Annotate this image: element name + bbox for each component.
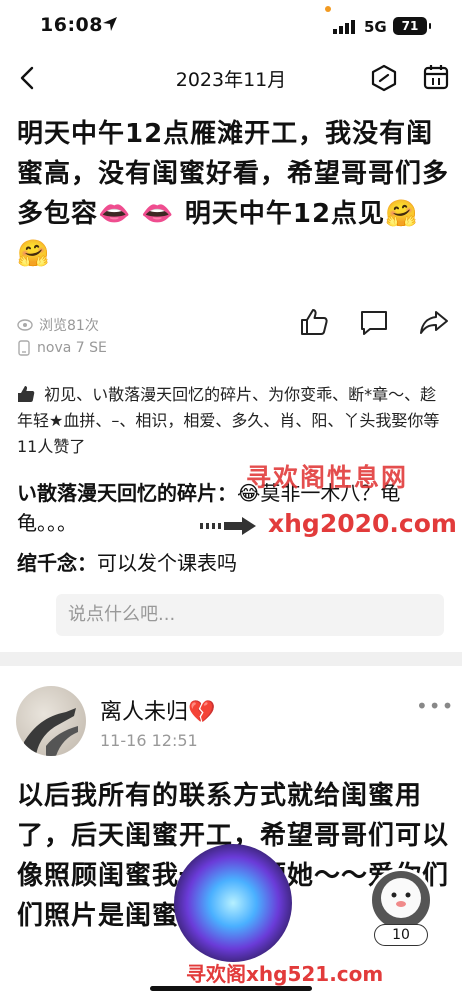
post-text: 明天中午12点雁滩开工，我没有闺蜜高，没有闺蜜好看，希望哥哥们多多包容👄 👄 明… bbox=[17, 119, 450, 269]
username[interactable]: 离人未归💔 bbox=[100, 694, 215, 726]
status-time: 16:08 bbox=[40, 14, 103, 36]
battery-icon: 71 bbox=[393, 17, 431, 35]
signal-icon bbox=[333, 20, 355, 34]
watermark: 寻欢阁性息网 bbox=[246, 463, 409, 492]
status-bar: 16:08 5G 71 bbox=[0, 0, 462, 52]
post-actions bbox=[298, 306, 450, 338]
comment-author[interactable]: 绾千念： bbox=[17, 551, 97, 575]
comment-item[interactable]: 绾千念：可以发个课表吗 bbox=[17, 548, 457, 578]
watermark-arrow-icon bbox=[200, 517, 256, 535]
comment-input[interactable]: 说点什么吧... bbox=[56, 594, 444, 636]
device-info: nova 7 SE bbox=[17, 340, 107, 356]
comment-text: 可以发个课表吗 bbox=[97, 551, 237, 575]
home-indicator[interactable] bbox=[150, 986, 312, 991]
avatar[interactable] bbox=[16, 686, 86, 756]
calendar-icon[interactable] bbox=[422, 63, 450, 91]
section-divider bbox=[0, 652, 462, 666]
thumbs-up-icon bbox=[18, 386, 35, 402]
network-type: 5G bbox=[364, 18, 387, 36]
like-icon[interactable] bbox=[298, 306, 330, 338]
phone-icon bbox=[18, 340, 30, 356]
cartoon-face-icon bbox=[381, 878, 421, 918]
watermark: 寻欢阁xhg521.com bbox=[186, 962, 384, 986]
like-list: 初见、い散落漫天回忆的碎片、为你变乖、断*章～、趁年轻★血拼、–、相识，相爱、多… bbox=[17, 382, 447, 460]
watermark: xhg2020.com bbox=[268, 509, 457, 538]
hexagon-icon[interactable] bbox=[370, 64, 398, 92]
share-icon[interactable] bbox=[418, 306, 450, 338]
post-time: 11-16 12:51 bbox=[100, 731, 198, 750]
comment-author[interactable]: い散落漫天回忆的碎片： bbox=[17, 481, 237, 505]
location-arrow-icon bbox=[103, 17, 117, 31]
device-text: nova 7 SE bbox=[37, 340, 107, 356]
eye-icon bbox=[17, 319, 33, 331]
floating-count-badge: 10 bbox=[374, 924, 428, 946]
more-options-icon[interactable]: ••• bbox=[416, 694, 454, 718]
view-count: 浏览81次 bbox=[17, 315, 99, 335]
siri-orb[interactable] bbox=[174, 844, 292, 962]
like-list-text: 初见、い散落漫天回忆的碎片、为你变乖、断*章～、趁年轻★血拼、–、相识，相爱、多… bbox=[17, 385, 440, 456]
floating-assistant-button[interactable] bbox=[369, 868, 433, 932]
recording-dot bbox=[325, 6, 331, 12]
top-nav: 2023年11月 bbox=[0, 56, 462, 100]
comment-icon[interactable] bbox=[358, 306, 390, 338]
view-count-text: 浏览81次 bbox=[39, 318, 99, 334]
avatar-image bbox=[24, 708, 78, 756]
